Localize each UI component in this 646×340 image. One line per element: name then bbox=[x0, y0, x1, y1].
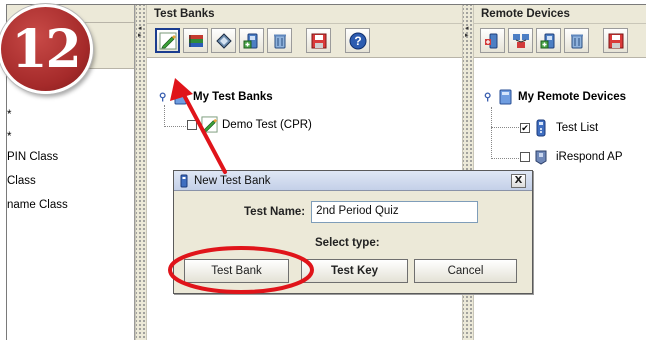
step-number-badge: 12 bbox=[0, 4, 93, 94]
app-screenshot: * * PIN Class Class name Class ◂ ▸ Test B… bbox=[0, 0, 646, 340]
pin-icon[interactable]: ⚲ bbox=[159, 92, 169, 103]
splitter-arrows-icon[interactable]: ◂ ▸ bbox=[465, 25, 469, 39]
class-list-item[interactable]: PIN Class bbox=[7, 145, 68, 169]
remote-devices-toolbar bbox=[474, 24, 646, 58]
tree-root-label: My Test Banks bbox=[193, 91, 273, 103]
select-type-label: Select type: bbox=[315, 237, 380, 249]
pencil-icon bbox=[201, 116, 218, 133]
test-banks-toolbar: ? bbox=[147, 24, 462, 58]
edit-test-button[interactable] bbox=[211, 28, 236, 53]
add-device-button[interactable] bbox=[536, 28, 561, 53]
help-icon: ? bbox=[349, 32, 366, 49]
network-icon bbox=[512, 33, 529, 48]
svg-text:?: ? bbox=[354, 34, 361, 48]
save-icon bbox=[608, 33, 623, 48]
remote-devices-title: Remote Devices bbox=[474, 5, 646, 24]
tag-icon bbox=[215, 32, 232, 49]
add-device-icon bbox=[243, 33, 257, 48]
pin-icon[interactable]: ⚲ bbox=[484, 92, 494, 103]
tree-item-label: Test List bbox=[556, 122, 599, 134]
test-banks-title: Test Banks bbox=[147, 5, 462, 24]
class-list-item[interactable]: * bbox=[7, 103, 68, 127]
class-list-item[interactable]: name Class bbox=[7, 193, 68, 217]
test-key-button[interactable]: Test Key bbox=[301, 259, 408, 283]
test-name-label: Test Name: bbox=[244, 206, 306, 218]
class-list: * * PIN Class Class name Class bbox=[7, 105, 68, 217]
save-button[interactable] bbox=[306, 28, 331, 53]
cancel-button[interactable]: Cancel bbox=[414, 259, 517, 283]
test-bank-button[interactable]: Test Bank bbox=[184, 259, 289, 283]
tree-root-my-test-banks[interactable]: ⚲ My Test Banks bbox=[159, 89, 273, 105]
access-point-icon bbox=[535, 150, 547, 165]
add-remote-icon bbox=[484, 33, 497, 48]
dialog-titlebar[interactable]: New Test Bank bbox=[174, 171, 532, 191]
tree-item-label: Demo Test (CPR) bbox=[222, 118, 312, 131]
pencil-icon bbox=[159, 32, 176, 49]
test-banks-button[interactable] bbox=[183, 28, 208, 53]
delete-button[interactable] bbox=[267, 28, 292, 53]
trash-icon bbox=[273, 34, 286, 48]
tree-root-my-remote-devices[interactable]: ⚲ My Remote Devices bbox=[484, 89, 626, 105]
save-icon bbox=[311, 33, 326, 48]
test-name-input[interactable]: 2nd Period Quiz bbox=[311, 201, 479, 223]
class-list-item[interactable]: Class bbox=[7, 169, 68, 193]
folder-icon bbox=[174, 89, 187, 105]
clicker-icon bbox=[536, 119, 546, 137]
tree-item-label: iRespond AP bbox=[556, 151, 623, 163]
add-device-icon bbox=[540, 33, 554, 48]
tree-item-checkbox-checked[interactable]: ✔ bbox=[520, 123, 530, 133]
add-remote-button[interactable] bbox=[480, 28, 505, 53]
new-test-bank-button[interactable] bbox=[155, 28, 180, 53]
tree-item-test-list[interactable]: ✔ Test List bbox=[520, 119, 598, 137]
tree-item-irespond-ap[interactable]: iRespond AP bbox=[520, 149, 623, 165]
tree-item-checkbox[interactable] bbox=[520, 152, 530, 162]
left-splitter[interactable]: ◂ ▸ bbox=[135, 5, 147, 340]
delete-button[interactable] bbox=[564, 28, 589, 53]
test-name-row: Test Name: 2nd Period Quiz bbox=[244, 201, 479, 223]
save-button[interactable] bbox=[603, 28, 628, 53]
help-button[interactable]: ? bbox=[345, 28, 370, 53]
tree-item-demo-test[interactable]: Demo Test (CPR) bbox=[187, 116, 312, 133]
add-device-button[interactable] bbox=[239, 28, 264, 53]
splitter-arrows-icon[interactable]: ◂ ▸ bbox=[138, 25, 142, 39]
close-button[interactable]: X bbox=[511, 174, 526, 188]
network-button[interactable] bbox=[508, 28, 533, 53]
trash-icon bbox=[570, 34, 583, 48]
new-test-bank-dialog: New Test Bank X Test Name: 2nd Period Qu… bbox=[173, 170, 533, 294]
books-icon bbox=[188, 34, 203, 47]
folder-icon bbox=[499, 89, 512, 105]
tree-root-label: My Remote Devices bbox=[518, 91, 627, 103]
dialog-title: New Test Bank bbox=[194, 174, 271, 187]
app-icon bbox=[180, 174, 188, 187]
tree-item-checkbox[interactable] bbox=[187, 119, 197, 130]
step-number: 12 bbox=[11, 18, 81, 80]
